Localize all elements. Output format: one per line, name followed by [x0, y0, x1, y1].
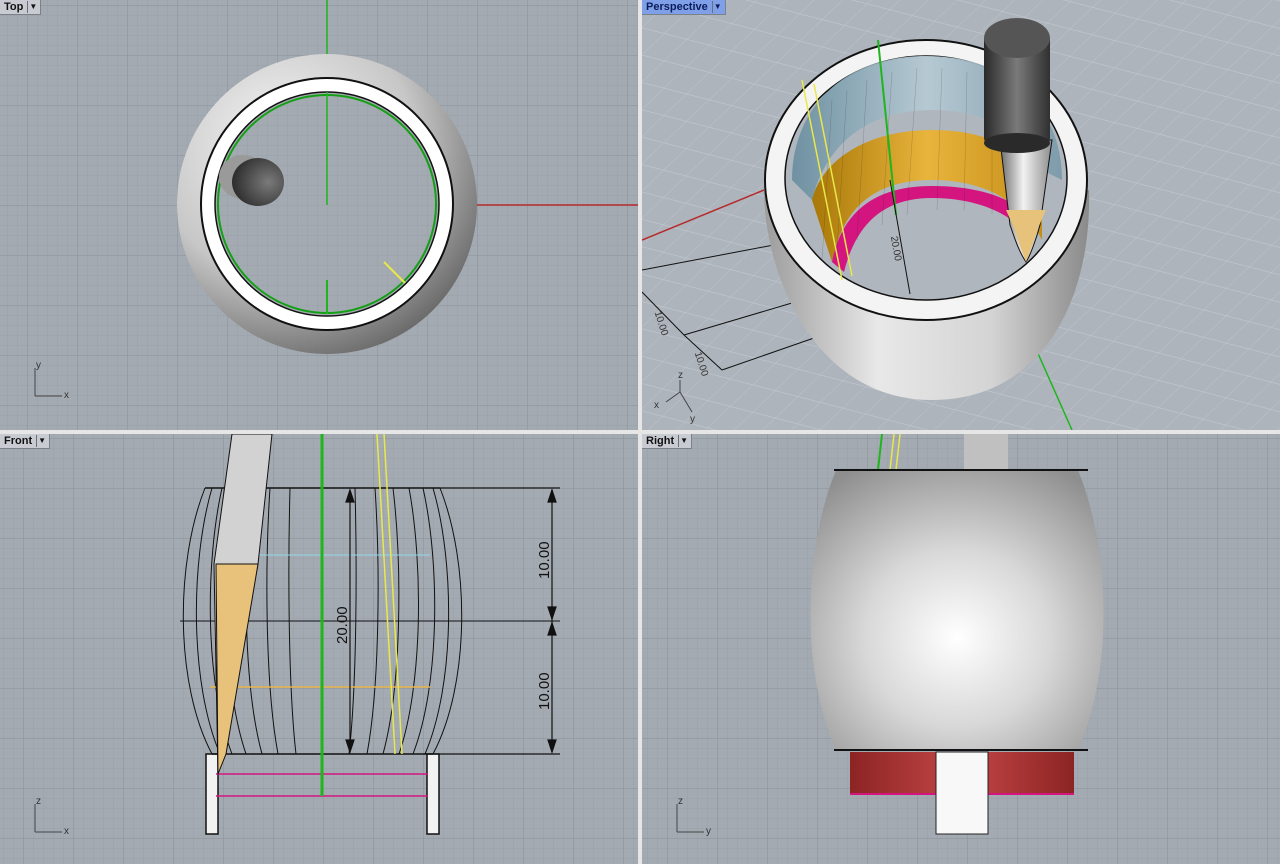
leg-right[interactable] [426, 753, 440, 835]
viewport-tab-top[interactable]: Top ▼ [0, 0, 42, 15]
axis-label-z: z [678, 796, 683, 807]
front-view-canvas[interactable]: 20.00 10.00 10.00 z x [0, 434, 638, 864]
right-view-canvas[interactable]: z y [642, 434, 1280, 864]
viewport-label-front: Front [4, 435, 33, 447]
viewport-tab-front[interactable]: Front ▼ [0, 434, 51, 449]
pen-shaft-right[interactable] [964, 434, 1008, 470]
axis-label-z: z [36, 796, 41, 807]
axis-label-y: y [706, 826, 711, 837]
leg-right-view[interactable] [935, 751, 989, 835]
viewport-tab-right[interactable]: Right ▼ [642, 434, 693, 449]
viewport-top[interactable]: Top ▼ y x [0, 0, 638, 430]
top-view-canvas[interactable]: y x [0, 0, 638, 430]
viewport-label-right: Right [646, 435, 675, 447]
leg-left[interactable] [205, 753, 219, 835]
viewport-splitter-horizontal[interactable] [0, 430, 1280, 434]
dropdown-arrow-icon[interactable]: ▼ [36, 435, 47, 447]
barrel-body[interactable] [810, 470, 1104, 750]
axis-label-x: x [654, 400, 659, 411]
viewport-right[interactable]: Right ▼ z y [642, 434, 1280, 864]
dim-label-lower: 10.00 [536, 672, 553, 710]
dropdown-arrow-icon[interactable]: ▼ [711, 1, 723, 13]
viewport-perspective[interactable]: Perspective ▼ 10.00 10.00 20.00 z x y [642, 0, 1280, 430]
dropdown-arrow-icon[interactable]: ▼ [678, 435, 689, 447]
dim-label-upper: 10.00 [536, 541, 553, 579]
viewport-tab-perspective[interactable]: Perspective ▼ [642, 0, 726, 15]
viewport-label-perspective: Perspective [646, 1, 708, 13]
axis-label-y: y [690, 414, 695, 425]
axis-label-x: x [64, 390, 69, 401]
axis-label-z: z [678, 370, 683, 381]
dim-label-total: 20.00 [334, 606, 351, 644]
viewport-label-top: Top [4, 1, 24, 13]
perspective-view-canvas[interactable]: 10.00 10.00 20.00 z x y [642, 0, 1280, 430]
axis-label-y: y [36, 360, 41, 371]
dropdown-arrow-icon[interactable]: ▼ [27, 1, 38, 13]
axis-label-x: x [64, 826, 69, 837]
viewport-front[interactable]: Front ▼ 20.00 10.00 10.00 z x [0, 434, 638, 864]
